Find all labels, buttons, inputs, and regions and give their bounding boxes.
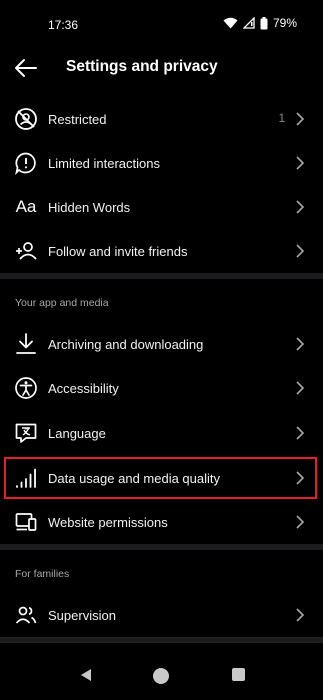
limited-interactions-icon bbox=[14, 151, 38, 175]
status-icons: 79% bbox=[223, 16, 297, 30]
chevron-right-icon bbox=[296, 515, 305, 529]
menu-item-label: Website permissions bbox=[48, 514, 168, 530]
chevron-right-icon bbox=[296, 156, 305, 170]
battery-icon bbox=[260, 16, 268, 29]
section-separator bbox=[0, 637, 323, 643]
menu-item-label: Follow and invite friends bbox=[48, 243, 188, 259]
menu-item-hidden-words[interactable]: Aa Hidden Words bbox=[0, 185, 323, 229]
system-nav-bar bbox=[0, 655, 323, 700]
menu-item-label: Hidden Words bbox=[48, 199, 131, 215]
wifi-icon bbox=[223, 17, 238, 29]
devices-icon bbox=[14, 510, 38, 534]
header: Settings and privacy bbox=[0, 48, 323, 88]
download-icon bbox=[14, 332, 38, 356]
section-title-app-media: Your app and media bbox=[15, 297, 109, 309]
supervision-icon bbox=[14, 603, 38, 627]
menu-item-supervision[interactable]: Supervision bbox=[0, 593, 323, 637]
menu-item-follow-invite[interactable]: Follow and invite friends bbox=[0, 229, 323, 273]
status-time: 17:36 bbox=[48, 18, 79, 32]
menu-item-label: Language bbox=[48, 425, 106, 441]
chevron-right-icon bbox=[296, 244, 305, 258]
page-title: Settings and privacy bbox=[66, 58, 218, 75]
back-button[interactable] bbox=[12, 54, 40, 82]
restricted-count: 1 bbox=[278, 113, 285, 125]
menu-item-label: Limited interactions bbox=[48, 155, 160, 171]
menu-item-label: Accessibility bbox=[48, 380, 119, 396]
status-bar: 17:36 79% bbox=[0, 0, 323, 48]
highlight-box bbox=[4, 457, 317, 499]
nav-recents-icon[interactable] bbox=[231, 667, 246, 682]
restricted-icon bbox=[14, 107, 38, 131]
accessibility-icon bbox=[14, 376, 38, 400]
chevron-right-icon bbox=[296, 112, 305, 126]
back-arrow-icon bbox=[15, 59, 37, 77]
menu-item-archiving[interactable]: Archiving and downloading bbox=[0, 322, 323, 366]
chevron-right-icon bbox=[296, 426, 305, 440]
chevron-right-icon bbox=[296, 381, 305, 395]
hidden-words-icon: Aa bbox=[15, 197, 37, 216]
menu-item-label: Supervision bbox=[48, 607, 116, 623]
menu-item-language[interactable]: Language bbox=[0, 411, 323, 455]
chevron-right-icon bbox=[296, 337, 305, 351]
menu-item-limited-interactions[interactable]: Limited interactions bbox=[0, 141, 323, 185]
language-icon bbox=[14, 421, 38, 445]
battery-percent: 79% bbox=[272, 16, 297, 30]
section-separator bbox=[0, 544, 323, 550]
nav-back-icon[interactable] bbox=[78, 667, 94, 683]
menu-item-label: Restricted bbox=[48, 111, 107, 127]
add-person-icon bbox=[14, 239, 38, 263]
cell-signal-icon bbox=[242, 17, 255, 29]
chevron-right-icon bbox=[296, 200, 305, 214]
section-separator bbox=[0, 273, 323, 279]
menu-item-website-permissions[interactable]: Website permissions bbox=[0, 500, 323, 544]
nav-home-icon[interactable] bbox=[152, 667, 170, 685]
section-title-families: For families bbox=[15, 568, 70, 580]
menu-item-accessibility[interactable]: Accessibility bbox=[0, 366, 323, 410]
menu-item-label: Archiving and downloading bbox=[48, 336, 204, 352]
menu-item-restricted[interactable]: Restricted 1 bbox=[0, 97, 323, 141]
chevron-right-icon bbox=[296, 608, 305, 622]
